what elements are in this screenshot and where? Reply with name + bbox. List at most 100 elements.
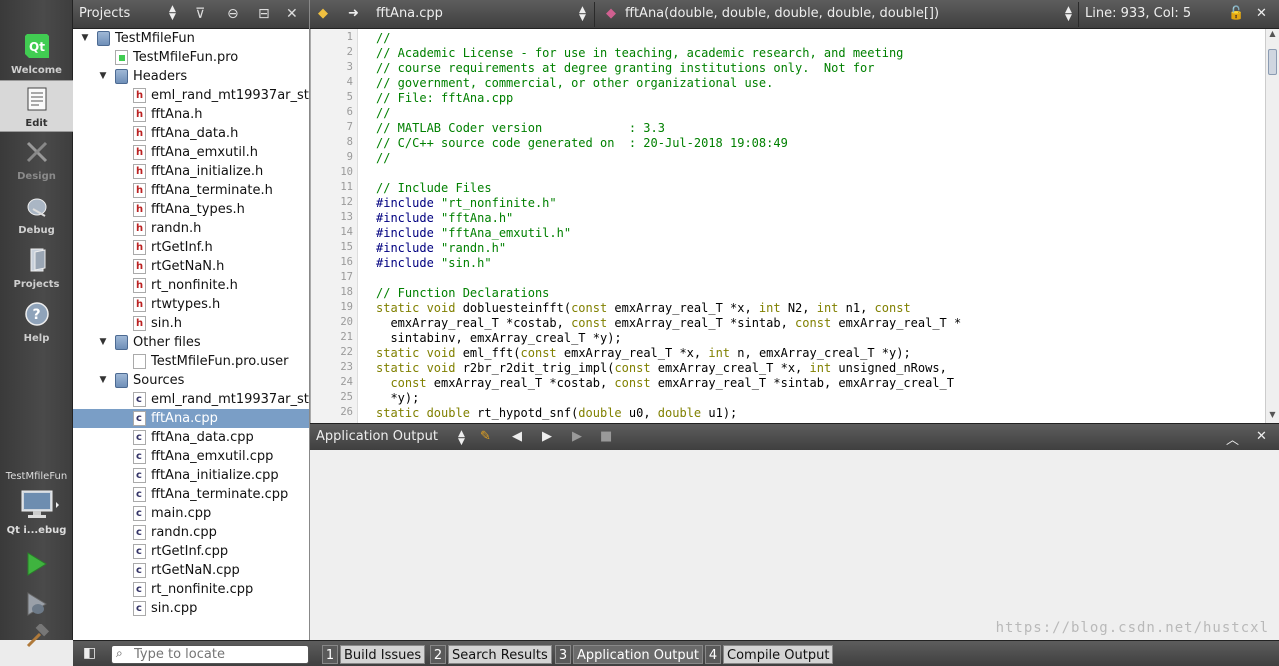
application-output[interactable]: https://blog.csdn.net/hustcxl xyxy=(310,450,1279,640)
code-line[interactable]: #include "fftAna_emxutil.h" xyxy=(376,226,571,241)
tree-item-header[interactable]: fftAna_data.h xyxy=(73,124,309,143)
tree-item-source[interactable]: randn.cpp xyxy=(73,523,309,542)
scrollbar-thumb[interactable] xyxy=(1268,49,1277,75)
tree-item-header[interactable]: randn.h xyxy=(73,219,309,238)
tree-item-source[interactable]: main.cpp xyxy=(73,504,309,523)
code-line[interactable]: // Include Files xyxy=(376,181,492,196)
locator[interactable]: ⌕ xyxy=(111,645,309,664)
mode-design[interactable]: Design xyxy=(0,134,73,186)
close-pane-icon[interactable]: ✕ xyxy=(1256,429,1267,444)
scroll-down-icon[interactable]: ▼ xyxy=(1266,410,1279,423)
code-line[interactable]: #include "randn.h" xyxy=(376,241,506,256)
code-line[interactable]: const emxArray_real_T *costab, const emx… xyxy=(376,376,954,391)
code-line[interactable]: // File: fftAna.cpp xyxy=(376,91,513,106)
code-line[interactable]: // government, commercial, or other orga… xyxy=(376,76,773,91)
tree-item-header[interactable]: sin.h xyxy=(73,314,309,333)
tree-item-header[interactable]: fftAna_initialize.h xyxy=(73,162,309,181)
expand-arrow-icon[interactable]: ▼ xyxy=(79,29,91,48)
mode-edit[interactable]: Edit xyxy=(0,80,73,132)
mode-help[interactable]: ? Help xyxy=(0,296,73,348)
tree-folder-other-files[interactable]: ▼ Other files xyxy=(73,333,309,352)
locator-input[interactable] xyxy=(134,647,304,662)
code-line[interactable]: *y); xyxy=(376,391,419,406)
forward-arrow-icon[interactable]: ➜ xyxy=(348,6,359,21)
code-line[interactable]: // MATLAB Coder version : 3.3 xyxy=(376,121,665,136)
mode-debug[interactable]: Debug xyxy=(0,188,73,240)
split-icon[interactable]: ⊟ xyxy=(258,6,270,22)
debug-run-icon[interactable] xyxy=(22,590,50,618)
cursor-position[interactable]: Line: 933, Col: 5 xyxy=(1085,6,1191,21)
expand-arrow-icon[interactable]: ▼ xyxy=(97,67,109,86)
kit-selector[interactable] xyxy=(20,490,60,522)
tree-item-header[interactable]: fftAna.h xyxy=(73,105,309,124)
vertical-scrollbar[interactable]: ▲ ▼ xyxy=(1265,29,1279,423)
tree-item-header[interactable]: fftAna_terminate.h xyxy=(73,181,309,200)
tree-item-header[interactable]: fftAna_types.h xyxy=(73,200,309,219)
expand-arrow-icon[interactable]: ▼ xyxy=(97,371,109,390)
output-pane-title[interactable]: Application Output xyxy=(316,429,438,444)
tree-item-source[interactable]: fftAna_emxutil.cpp xyxy=(73,447,309,466)
tree-item-other-file[interactable]: TestMfileFun.pro.user xyxy=(73,352,309,371)
code-line[interactable]: #include "rt_nonfinite.h" xyxy=(376,196,557,211)
code-line[interactable]: sintabinv, emxArray_creal_T *y); xyxy=(376,331,621,346)
code-line[interactable]: // xyxy=(376,106,390,121)
expand-arrow-icon[interactable]: ▼ xyxy=(97,333,109,352)
tree-project-root[interactable]: ▼ TestMfileFun xyxy=(73,29,309,48)
tree-item-source[interactable]: fftAna_terminate.cpp xyxy=(73,485,309,504)
rerun-icon[interactable]: ▶ xyxy=(572,429,582,444)
tree-item-header[interactable]: eml_rand_mt19937ar_st xyxy=(73,86,309,105)
tab-search-results[interactable]: 2 Search Results xyxy=(430,645,552,665)
tree-folder-sources[interactable]: ▼ Sources xyxy=(73,371,309,390)
symbol-combo[interactable]: fftAna(double, double, double, double, d… xyxy=(625,6,939,21)
code-line[interactable]: // course requirements at degree grantin… xyxy=(376,61,875,76)
tab-compile-output[interactable]: 4 Compile Output xyxy=(705,645,834,665)
code-line[interactable]: // xyxy=(376,31,390,46)
mode-welcome[interactable]: Qt Welcome xyxy=(0,28,73,80)
tree-item-pro-file[interactable]: TestMfileFun.pro xyxy=(73,48,309,67)
projects-view-selector[interactable]: Projects xyxy=(79,6,130,21)
build-hammer-icon[interactable] xyxy=(22,624,50,648)
code-line[interactable]: emxArray_real_T *costab, const emxArray_… xyxy=(376,316,961,331)
code-line[interactable]: // xyxy=(376,151,390,166)
tree-item-source[interactable]: fftAna_initialize.cpp xyxy=(73,466,309,485)
filter-icon[interactable]: ⊽ xyxy=(195,6,205,22)
code-line[interactable]: static void eml_fft(const emxArray_real_… xyxy=(376,346,911,361)
next-item-icon[interactable]: ▶ xyxy=(542,429,552,444)
back-arrow-icon[interactable]: ◆ xyxy=(318,6,328,21)
tree-item-header[interactable]: rtwtypes.h xyxy=(73,295,309,314)
tree-item-source[interactable]: rt_nonfinite.cpp xyxy=(73,580,309,599)
tab-build-issues[interactable]: 1 Build Issues xyxy=(322,645,426,665)
tree-item-header[interactable]: rtGetNaN.h xyxy=(73,257,309,276)
clear-output-icon[interactable]: ✎ xyxy=(480,429,491,444)
maximize-pane-icon[interactable]: ︿ xyxy=(1226,429,1239,448)
run-icon[interactable] xyxy=(22,550,50,578)
tab-application-output[interactable]: 3 Application Output xyxy=(555,645,703,665)
scroll-up-icon[interactable]: ▲ xyxy=(1266,29,1279,42)
tree-item-source[interactable]: rtGetInf.cpp xyxy=(73,542,309,561)
tree-item-source[interactable]: eml_rand_mt19937ar_st xyxy=(73,390,309,409)
toggle-sidebar-icon[interactable]: ◧ xyxy=(83,645,96,661)
link-editor-icon[interactable]: ⊖ xyxy=(227,6,239,22)
code-line[interactable]: static void dobluesteinfft(const emxArra… xyxy=(376,301,911,316)
code-line[interactable]: static double rt_hypotd_snf(double u0, d… xyxy=(376,406,737,421)
tree-item-header[interactable]: fftAna_emxutil.h xyxy=(73,143,309,162)
tree-folder-headers[interactable]: ▼ Headers xyxy=(73,67,309,86)
code-line[interactable]: #include "fftAna.h" xyxy=(376,211,513,226)
open-documents-combo[interactable]: fftAna.cpp xyxy=(376,6,443,21)
stop-icon[interactable]: ■ xyxy=(600,429,612,444)
code-editor[interactable]: 1 2 3 4 5 6 7 8 9 10 11 12 13 14 15 16 17 18 19 20 21 22 23 24 2… xyxy=(310,29,1279,423)
tree-item-header[interactable]: rtGetInf.h xyxy=(73,238,309,257)
code-line[interactable]: #include "sin.h" xyxy=(376,256,492,271)
mode-projects[interactable]: Projects xyxy=(0,242,73,294)
tree-item-source[interactable]: fftAna_data.cpp xyxy=(73,428,309,447)
close-icon[interactable]: ✕ xyxy=(286,6,298,22)
code-line[interactable]: // Function Declarations xyxy=(376,286,549,301)
tree-item-source[interactable]: rtGetNaN.cpp xyxy=(73,561,309,580)
close-document-icon[interactable]: ✕ xyxy=(1256,6,1267,21)
tree-item-source[interactable]: fftAna.cpp xyxy=(73,409,309,428)
tree-item-source[interactable]: sin.cpp xyxy=(73,599,309,618)
previous-item-icon[interactable]: ◀ xyxy=(512,429,522,444)
code-line[interactable]: // Academic License - for use in teachin… xyxy=(376,46,903,61)
code-line[interactable]: // C/C++ source code generated on : 20-J… xyxy=(376,136,788,151)
code-line[interactable]: static void r2br_r2dit_trig_impl(const e… xyxy=(376,361,947,376)
